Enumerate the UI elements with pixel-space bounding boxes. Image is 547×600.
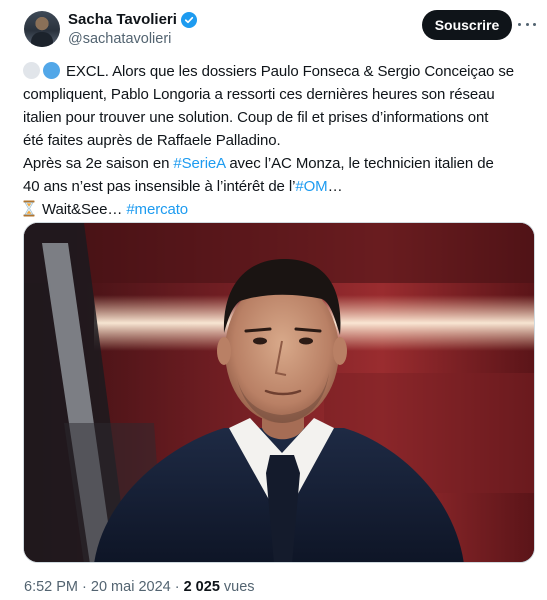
hourglass-icon	[23, 200, 35, 217]
follow-button[interactable]: Souscrire	[422, 10, 512, 40]
tweet-photo[interactable]	[23, 222, 535, 563]
tweet-line-text: 40 ans n’est pas insensible à l’intérêt …	[23, 178, 296, 195]
views-count: 2 025	[183, 579, 220, 595]
hashtag-om-link[interactable]: #OM	[295, 178, 327, 195]
tweet-line: EXCL. Alors que les dossiers Paulo Fonse…	[23, 60, 538, 83]
portrait-photo-image	[24, 223, 534, 562]
separator: ·	[170, 579, 184, 595]
hashtag-seriea-link[interactable]: #SerieA	[173, 155, 225, 172]
tweet-line-text: avec l’AC Monza, le technicien italien d…	[225, 155, 494, 172]
tweet-line: Wait&See… #mercato	[23, 198, 538, 221]
white-circle-emoji-icon	[23, 62, 40, 79]
author-name-row: Sacha Tavolieri	[68, 11, 197, 29]
author-handle[interactable]: @sachatavolieri	[68, 30, 171, 48]
tweet-date[interactable]: 20 mai 2024	[91, 579, 171, 595]
tweet-line: été faites auprès de Raffaele Palladino.	[23, 132, 281, 149]
author-display-name[interactable]: Sacha Tavolieri	[68, 11, 177, 29]
blue-circle-emoji-icon	[43, 62, 60, 79]
tweet-time[interactable]: 6:52 PM	[24, 579, 78, 595]
tweet-line-text: …	[327, 178, 343, 195]
tweet-text: EXCL. Alors que les dossiers Paulo Fonse…	[23, 60, 538, 221]
hashtag-mercato-link[interactable]: #mercato	[126, 201, 188, 218]
more-horizontal-icon[interactable]	[518, 14, 536, 34]
tweet-line: 40 ans n’est pas insensible à l’intérêt …	[23, 175, 538, 198]
tweet-line-text: Wait&See…	[42, 201, 127, 218]
tweet-line: Après sa 2e saison en #SerieA avec l’AC …	[23, 152, 538, 175]
tweet-line-text: EXCL. Alors que les dossiers Paulo Fonse…	[66, 63, 515, 80]
tweet-card: Sacha Tavolieri @sachatavolieri Souscrir…	[0, 0, 547, 600]
tweet-metadata: 6:52 PM · 20 mai 2024 · 2 025 vues	[24, 578, 255, 596]
tweet-line-text: Après sa 2e saison en	[23, 155, 174, 172]
separator: ·	[78, 579, 91, 595]
avatar[interactable]	[24, 11, 60, 47]
tweet-line: compliquent, Pablo Longoria a ressorti c…	[23, 86, 495, 103]
verified-badge-icon[interactable]	[180, 12, 197, 28]
tweet-line: italien pour trouver une solution. Coup …	[23, 109, 489, 126]
views-label: vues	[219, 579, 255, 595]
